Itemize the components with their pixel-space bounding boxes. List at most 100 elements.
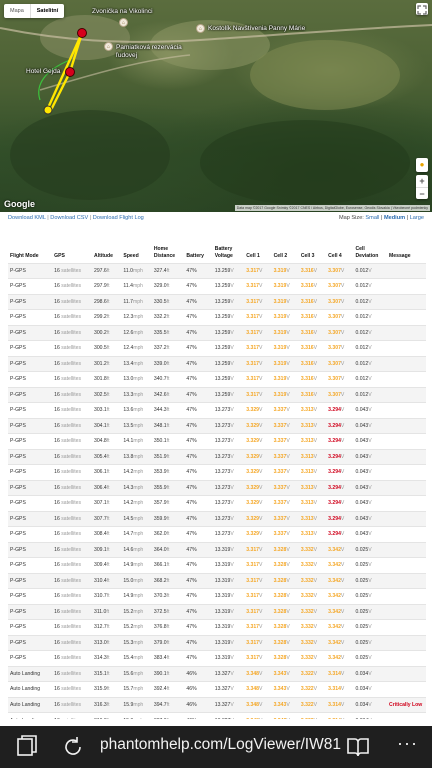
cell-2-unit: V: [286, 639, 290, 646]
cell-battery-value: 47%: [186, 577, 197, 584]
bell-tower-poi-icon[interactable]: ⌂: [119, 18, 128, 27]
cell-deviation-unit: V: [368, 531, 372, 538]
cell-3-value: 3.313: [300, 453, 314, 460]
column-header: Cell 4: [328, 252, 342, 259]
reading-view-icon[interactable]: [345, 734, 371, 760]
cell-gps: 16 satellites: [52, 324, 93, 341]
cell-home-distance-value: 394.7: [153, 701, 167, 708]
map-attribution: Data map ©2017 Google Snímky ©2017 CNES …: [234, 205, 430, 211]
cell-speed-unit: mph: [133, 438, 144, 445]
cell-deviation-value: 0.043: [355, 407, 369, 414]
map-size-large-link[interactable]: Large: [410, 215, 424, 221]
cell-2-value: 3.319: [273, 391, 287, 398]
cell-4-value: 3.307: [328, 391, 341, 398]
address-bar[interactable]: phantomhelp.com/LogViewer/IW81: [100, 736, 341, 754]
cell-2: 3.319V: [271, 340, 299, 356]
church-poi-icon[interactable]: ⌂: [196, 24, 205, 33]
cell-speed: 15.9mph: [121, 696, 152, 713]
cell-4: 3.294V: [326, 479, 354, 496]
cell-altitude-unit: ft: [106, 546, 110, 553]
cell-deviation: 0.043V: [353, 448, 388, 465]
cell-speed-value: 15.2: [123, 624, 134, 631]
cell-battery-voltage-unit: V: [230, 438, 234, 445]
cell-deviation-value: 0.034: [355, 718, 368, 720]
cell-altitude-value: 305.4: [94, 453, 107, 460]
cell-4-unit: V: [340, 469, 345, 476]
cell-4: 3.307V: [326, 324, 354, 341]
cell-1-value: 3.317: [246, 345, 260, 352]
flight-data-table-container[interactable]: Flight Mode GPS Altitude Speed Home Dist…: [8, 236, 432, 719]
cell-battery-voltage-unit: V: [230, 298, 234, 305]
more-options-button[interactable]: ···: [397, 733, 418, 754]
cell-1-value: 3.348: [246, 670, 260, 677]
cell-home-distance-value: 392.4: [153, 686, 167, 693]
cell-3: 3.313V: [298, 510, 327, 527]
table-row: P-GPS 16 satellites 297.9ft 11.4mph 329.0ft 4…: [8, 278, 426, 294]
map-size-small-link[interactable]: Small: [365, 215, 379, 221]
cell-battery-voltage-value: 13.319: [214, 593, 231, 600]
cell-2-unit: V: [286, 345, 290, 352]
cell-battery: 47%: [184, 572, 213, 589]
cell-altitude: 315.1ft: [92, 665, 122, 682]
cell-home-distance-value: 337.2: [153, 345, 167, 352]
cell-4-unit: V: [340, 345, 345, 352]
cell-deviation-value: 0.025: [355, 562, 369, 569]
tabs-icon[interactable]: [14, 734, 40, 760]
cell-3-value: 3.322: [301, 718, 314, 720]
reserve-poi-icon[interactable]: ⌂: [104, 42, 113, 51]
cell-battery: 47%: [184, 417, 213, 434]
cell-3: 3.313V: [298, 495, 327, 511]
cell-home-distance: 329.0ft: [151, 278, 185, 294]
street-view-pegman-icon[interactable]: ●: [416, 158, 428, 172]
cell-speed-unit: mph: [133, 407, 144, 414]
cell-deviation-value: 0.025: [355, 624, 369, 631]
cell-1-value: 3.317: [246, 608, 260, 615]
cell-altitude-value: 313.0: [94, 639, 107, 646]
refresh-icon[interactable]: [60, 734, 86, 760]
cell-gps: 16 satellites: [52, 448, 93, 465]
cell-4-unit: V: [340, 593, 345, 600]
cell-deviation: 0.012V: [353, 386, 388, 403]
map-tab-satellite[interactable]: Satelitní: [29, 4, 64, 18]
table-row: Auto Landing 16 satellites 315.9ft 15.7mph 3…: [8, 681, 426, 697]
cell-4: 3.307V: [326, 278, 354, 294]
cell-home-distance-unit: ft: [166, 329, 170, 336]
cell-1-value: 3.348: [246, 686, 260, 693]
cell-speed: 11.0mph: [121, 262, 152, 279]
cell-message: [387, 402, 426, 418]
flight-map[interactable]: Mapa Satelitní ⌂ Zvonička na Vikolinci ⌂…: [0, 0, 432, 212]
cell-battery-voltage-unit: V: [230, 562, 234, 569]
download-kml-link[interactable]: Download KML: [8, 215, 46, 221]
cell-altitude-value: 304.1: [94, 422, 107, 429]
cell-home-distance: 390.1ft: [151, 665, 185, 682]
cell-deviation-unit: V: [368, 577, 372, 584]
download-flight-log-link[interactable]: Download Flight Log: [93, 215, 144, 221]
cell-gps-unit: satellites: [61, 298, 82, 305]
cell-3-value: 3.316: [300, 376, 314, 383]
cell-flight-mode: P-GPS: [8, 650, 53, 666]
cell-deviation: 0.034V: [353, 665, 388, 682]
zoom-in-button[interactable]: +: [416, 175, 428, 187]
cell-3-unit: V: [313, 484, 318, 491]
cell-battery-voltage-unit: V: [230, 577, 234, 584]
cell-1: 3.329V: [244, 526, 272, 542]
cell-deviation-unit: V: [368, 376, 372, 383]
cell-1-unit: V: [259, 438, 263, 445]
cell-altitude: 306.4ft: [92, 479, 122, 496]
cell-home-distance-value: 376.8: [153, 624, 167, 631]
map-size-medium-link[interactable]: Medium: [384, 215, 405, 221]
cell-1-unit: V: [259, 670, 263, 677]
zoom-out-button[interactable]: −: [416, 187, 428, 199]
cell-home-distance-value: 330.5: [153, 298, 167, 305]
cell-home-distance: 392.4ft: [151, 681, 185, 697]
map-tab-map[interactable]: Mapa: [4, 4, 30, 18]
fullscreen-icon[interactable]: [416, 3, 428, 15]
cell-flight-mode-value: P-GPS: [10, 593, 26, 600]
cell-4: 3.307V: [326, 309, 354, 325]
cell-home-distance-unit: ft: [166, 577, 170, 584]
download-csv-link[interactable]: Download CSV: [50, 215, 88, 221]
cell-flight-mode-value: P-GPS: [10, 267, 26, 274]
cell-speed-unit: mph: [133, 469, 144, 476]
cell-speed-unit: mph: [133, 655, 144, 662]
table-row: P-GPS 16 satellites 309.1ft 14.6mph 364.0ft 4…: [8, 541, 426, 558]
